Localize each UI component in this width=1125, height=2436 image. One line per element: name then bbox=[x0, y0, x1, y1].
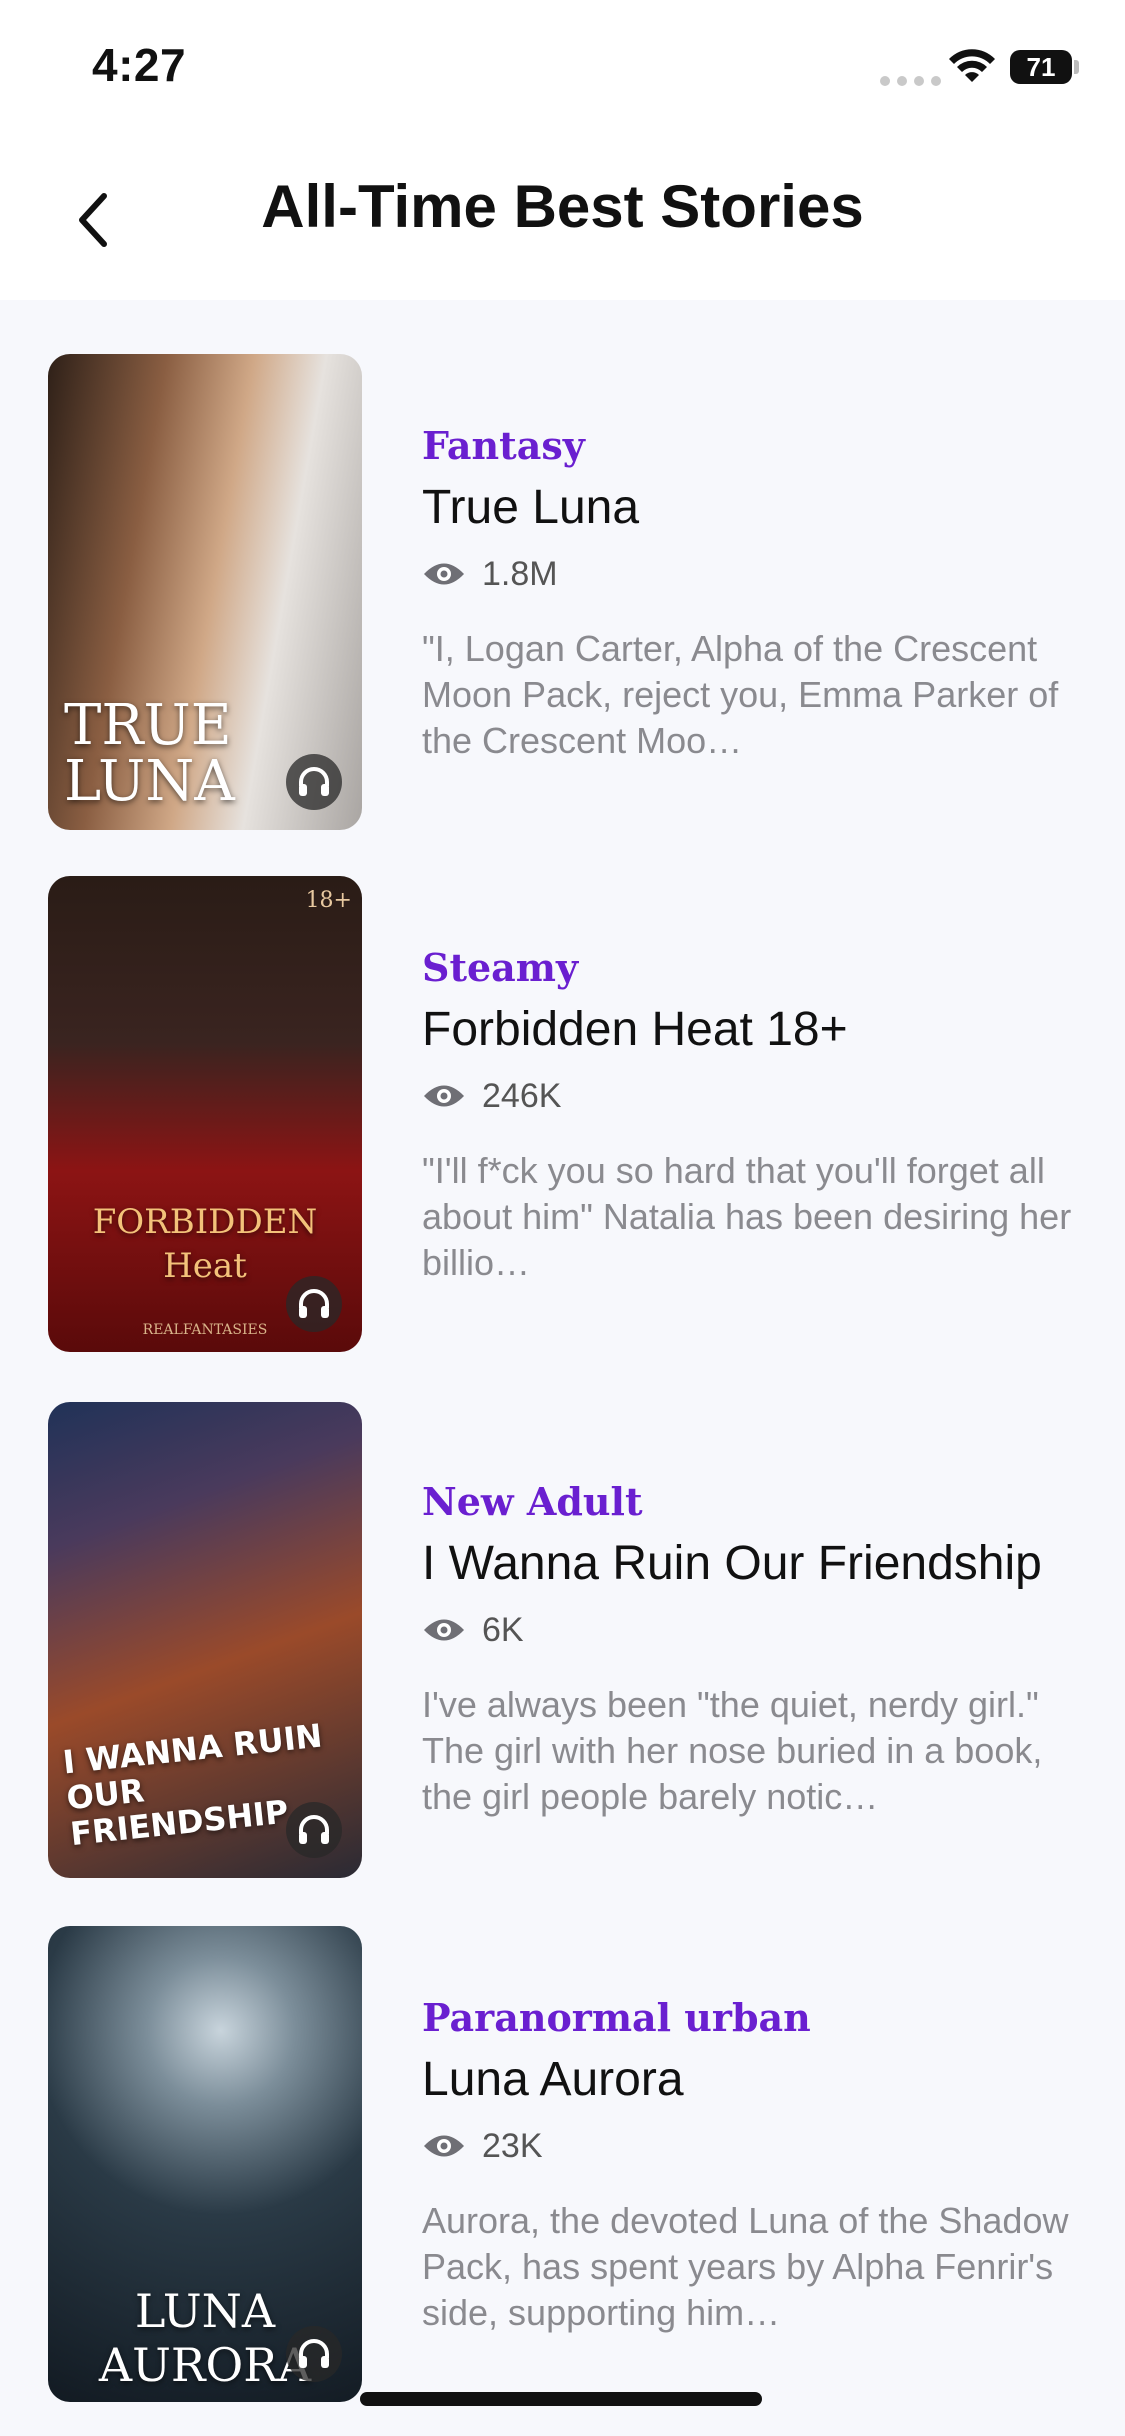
story-item[interactable]: LUNA AURORA Paranormal urban Luna Aurora… bbox=[0, 1872, 1125, 2402]
eye-icon bbox=[424, 2135, 464, 2157]
story-genre: Steamy bbox=[422, 945, 579, 990]
book-cover[interactable]: 18+ FORBIDDEN Heat REALFANTASIES bbox=[48, 876, 362, 1352]
views-row: 1.8M bbox=[422, 546, 1082, 602]
cover-age-badge: 18+ bbox=[305, 888, 352, 913]
story-genre: New Adult bbox=[422, 1479, 643, 1524]
story-info: Steamy Forbidden Heat 18+ 246K "I'll f*c… bbox=[422, 942, 1082, 1286]
audiobook-button[interactable] bbox=[286, 754, 342, 810]
cellular-signal-icon bbox=[880, 76, 941, 86]
story-info: Fantasy True Luna 1.8M "I, Logan Carter,… bbox=[422, 420, 1082, 764]
story-genre: Fantasy bbox=[422, 423, 585, 468]
story-blurb: "I'll f*ck you so hard that you'll forge… bbox=[422, 1150, 1072, 1283]
status-bar: 4:27 71 bbox=[0, 0, 1125, 140]
headphones-icon bbox=[299, 767, 329, 796]
battery-tip bbox=[1074, 60, 1079, 74]
story-item[interactable]: 18+ FORBIDDEN Heat REALFANTASIES Steamy … bbox=[0, 822, 1125, 1352]
audiobook-button[interactable] bbox=[286, 2326, 342, 2382]
view-count: 23K bbox=[482, 2126, 543, 2165]
view-count: 1.8M bbox=[482, 554, 558, 593]
home-indicator[interactable] bbox=[360, 2392, 762, 2406]
views-row: 246K bbox=[422, 1068, 1082, 1124]
story-blurb: "I, Logan Carter, Alpha of the Crescent … bbox=[422, 628, 1059, 761]
story-blurb: Aurora, the devoted Luna of the Shadow P… bbox=[422, 2200, 1069, 2333]
audiobook-button[interactable] bbox=[286, 1802, 342, 1858]
views-row: 23K bbox=[422, 2118, 1082, 2174]
wifi-icon bbox=[949, 49, 995, 82]
view-count: 6K bbox=[482, 1610, 524, 1649]
audiobook-button[interactable] bbox=[286, 1276, 342, 1332]
book-cover[interactable]: TRUE LUNA bbox=[48, 354, 362, 830]
book-cover[interactable]: I WANNA RUIN OUR FRIENDSHIP bbox=[48, 1402, 362, 1878]
story-title: True Luna bbox=[422, 481, 640, 534]
page-title: All-Time Best Stories bbox=[261, 173, 864, 240]
story-item[interactable]: I WANNA RUIN OUR FRIENDSHIP New Adult I … bbox=[0, 1348, 1125, 1878]
story-title: I Wanna Ruin Our Friendship bbox=[422, 1537, 1042, 1590]
story-info: Paranormal urban Luna Aurora 23K Aurora,… bbox=[422, 1992, 1082, 2336]
book-cover[interactable]: LUNA AURORA bbox=[48, 1926, 362, 2402]
story-info: New Adult I Wanna Ruin Our Friendship 6K… bbox=[422, 1476, 1082, 1820]
headphones-icon bbox=[299, 1815, 329, 1844]
story-title: Luna Aurora bbox=[422, 2053, 684, 2106]
story-blurb: I've always been "the quiet, nerdy girl.… bbox=[422, 1684, 1043, 1817]
cover-title: FORBIDDEN Heat bbox=[92, 1202, 318, 1286]
eye-icon bbox=[424, 1619, 464, 1641]
story-title: Forbidden Heat 18+ bbox=[422, 1003, 848, 1056]
view-count: 246K bbox=[482, 1076, 562, 1115]
battery-icon: 71 bbox=[1010, 50, 1072, 84]
story-item[interactable]: TRUE LUNA Fantasy True Luna 1.8M "I, Log… bbox=[0, 300, 1125, 830]
nav-bar: All-Time Best Stories bbox=[0, 140, 1125, 300]
headphones-icon bbox=[299, 2339, 329, 2368]
cover-title: TRUE LUNA bbox=[64, 693, 235, 814]
eye-icon bbox=[424, 563, 464, 585]
status-time: 4:27 bbox=[92, 39, 187, 91]
views-row: 6K bbox=[422, 1602, 1082, 1658]
headphones-icon bbox=[299, 1289, 329, 1318]
story-genre: Paranormal urban bbox=[422, 1995, 811, 2040]
eye-icon bbox=[424, 1085, 464, 1107]
